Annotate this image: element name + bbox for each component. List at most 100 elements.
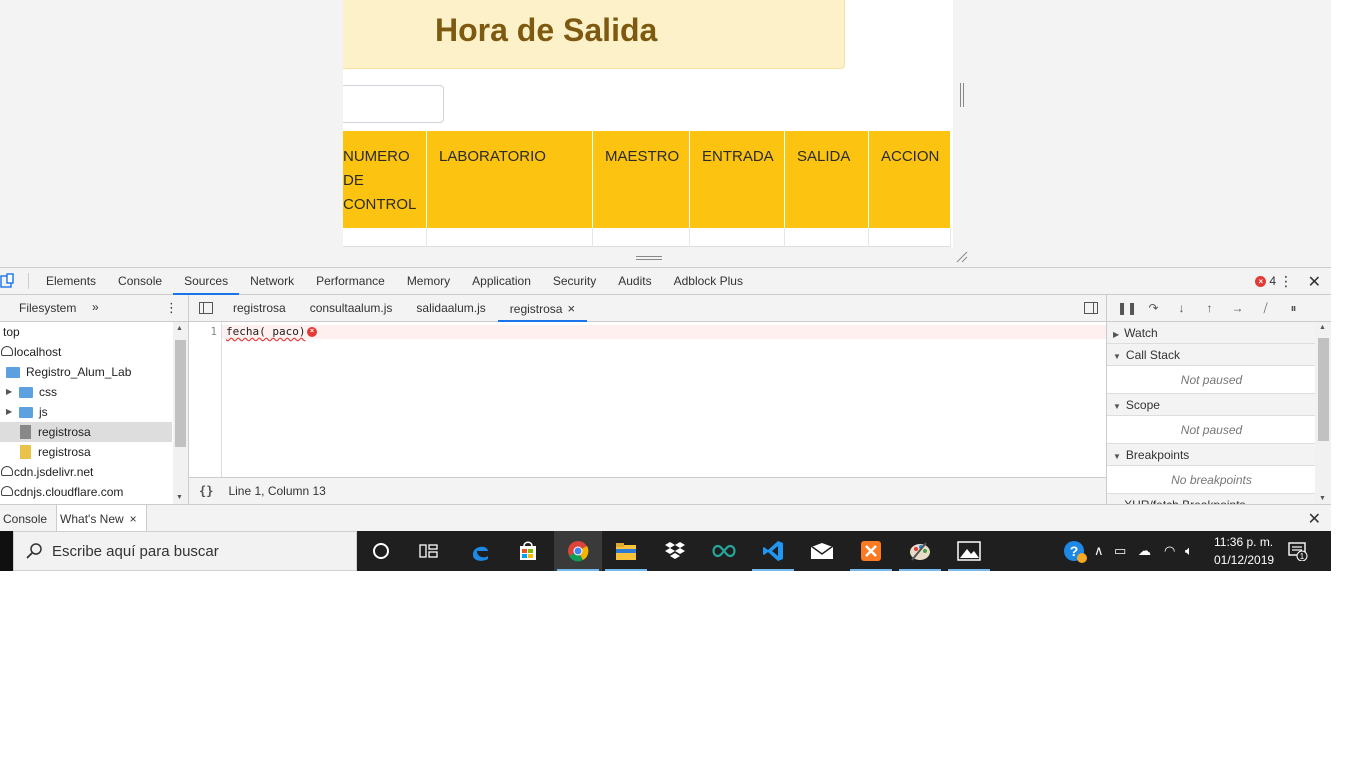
tree-item[interactable]: registrosa <box>0 422 172 442</box>
clock-date[interactable]: 01/12/2019 <box>1214 553 1274 567</box>
arduino-icon[interactable] <box>700 531 748 571</box>
section-xhr-fetch-breakpoints[interactable]: ▶XHR/fetch Breakpoints <box>1107 494 1316 504</box>
scroll-up-icon[interactable]: ▲ <box>1319 324 1326 331</box>
tab-adblock-plus[interactable]: Adblock Plus <box>663 268 754 295</box>
close-devtools-icon[interactable]: ✕ <box>1308 272 1321 292</box>
onedrive-icon[interactable]: ☁ <box>1138 543 1151 559</box>
code-line[interactable]: fecha( paco) × <box>222 325 1106 339</box>
battery-icon[interactable]: ▭ <box>1114 543 1126 559</box>
viewport-resize-handle-horizontal[interactable] <box>636 256 662 260</box>
cortana-icon[interactable] <box>357 531 405 571</box>
file-explorer-icon[interactable] <box>602 531 650 571</box>
expand-arrow-icon[interactable]: ▶ <box>6 402 12 422</box>
mail-icon[interactable] <box>798 531 846 571</box>
close-tab-icon[interactable]: × <box>567 301 575 316</box>
debugger-pane: ❚❚ ↷ ↓ ↑ → ⧸ ⏸ ▶ Watch ▼ Call Stack Not paus… <box>1106 295 1331 504</box>
start-button[interactable] <box>0 531 13 571</box>
xampp-icon[interactable] <box>847 531 895 571</box>
chrome-icon[interactable] <box>554 531 602 571</box>
close-tab-icon[interactable]: × <box>130 512 137 526</box>
scroll-down-icon[interactable]: ▼ <box>176 494 183 501</box>
error-icon[interactable]: × <box>307 327 317 337</box>
viewport-resize-handle-vertical[interactable] <box>960 83 964 107</box>
store-icon[interactable] <box>504 531 552 571</box>
tab-performance[interactable]: Performance <box>305 268 396 295</box>
clock-time[interactable]: 11:36 p. m. <box>1214 535 1273 549</box>
editor-tab[interactable]: registrosa <box>221 295 298 322</box>
editor-tab[interactable]: consultaalum.js <box>298 295 405 322</box>
tree-item-label: Registro_Alum_Lab <box>26 365 132 379</box>
navigator-menu-icon[interactable]: ⋮ <box>165 300 178 316</box>
section-call-stack[interactable]: ▼ Call Stack <box>1107 344 1316 366</box>
task-view-icon[interactable] <box>405 531 453 571</box>
help-icon[interactable]: ? <box>1063 540 1087 564</box>
edge-icon[interactable] <box>456 531 504 571</box>
drawer-tab[interactable]: What's New × <box>56 504 147 533</box>
scroll-down-icon[interactable]: ▼ <box>1319 495 1326 502</box>
dropbox-icon[interactable] <box>651 531 699 571</box>
pretty-print-button[interactable]: {} <box>199 484 213 498</box>
pause-icon[interactable]: ❚❚ <box>1117 301 1137 315</box>
header-text: NUMERO <box>343 148 410 165</box>
scroll-up-icon[interactable]: ▲ <box>176 325 183 332</box>
photos-icon[interactable] <box>945 531 993 571</box>
device-toolbar-icon[interactable] <box>0 273 22 289</box>
drawer-tab[interactable]: Console <box>0 505 56 533</box>
section-watch[interactable]: ▶ Watch <box>1107 322 1316 344</box>
cloud-icon <box>1 346 13 356</box>
page-title: Hora de Salida <box>435 12 658 48</box>
tab-security[interactable]: Security <box>542 268 607 295</box>
expand-arrow-icon: ▼ <box>1113 452 1121 461</box>
tree-scrollbar[interactable]: ▲ ▼ <box>173 322 188 504</box>
more-options-icon[interactable]: ⋮ <box>1279 273 1293 290</box>
step-into-icon[interactable]: ↓ <box>1173 301 1190 315</box>
section-breakpoints[interactable]: ▼ Breakpoints <box>1107 444 1316 466</box>
tree-item[interactable]: ▶ js <box>0 402 172 422</box>
tree-item[interactable]: cdnjs.cloudflare.com <box>0 482 172 502</box>
pause-on-exceptions-icon[interactable]: ⏸ <box>1285 301 1302 316</box>
tree-item[interactable]: top <box>0 322 172 342</box>
tab-audits[interactable]: Audits <box>607 268 662 295</box>
notification-icon[interactable]: 1 <box>1288 541 1308 561</box>
editor-tabs: registrosa consultaalum.js salidaalum.js re… <box>221 295 588 322</box>
expand-arrow-icon[interactable]: ▶ <box>6 382 12 402</box>
tab-console[interactable]: Console <box>107 268 173 295</box>
search-input[interactable] <box>343 85 444 123</box>
step-icon[interactable]: → <box>1229 301 1246 315</box>
tab-sources[interactable]: Sources <box>173 268 240 295</box>
tree-item[interactable]: registrosa <box>0 442 172 462</box>
tree-item[interactable]: Registro_Alum_Lab <box>0 362 172 382</box>
close-drawer-icon[interactable]: ✕ <box>1308 509 1321 529</box>
debugger-scrollbar-thumb[interactable] <box>1318 338 1329 441</box>
tree-scrollbar-thumb[interactable] <box>175 340 186 447</box>
tree-item[interactable]: cdn.jsdelivr.net <box>0 462 172 482</box>
step-out-icon[interactable]: ↑ <box>1201 301 1218 315</box>
toggle-debugger-icon[interactable] <box>1084 302 1098 314</box>
editor-tab[interactable]: registrosa × <box>497 295 588 322</box>
tree-item-label: js <box>39 405 48 419</box>
table-cell <box>869 228 951 247</box>
section-scope[interactable]: ▼ Scope <box>1107 394 1316 416</box>
chevron-up-icon[interactable]: ∧ <box>1094 543 1104 559</box>
error-counter[interactable]: × 4 <box>1255 274 1276 288</box>
tab-network[interactable]: Network <box>239 268 305 295</box>
resize-corner-icon[interactable] <box>956 251 968 263</box>
tab-filesystem[interactable]: Filesystem <box>19 301 76 315</box>
step-over-icon[interactable]: ↷ <box>1145 301 1162 315</box>
tab-memory[interactable]: Memory <box>396 268 461 295</box>
tree-item[interactable]: ▶ css <box>0 382 172 402</box>
volume-icon[interactable]: 🔈︎ <box>1185 543 1193 559</box>
vscode-icon[interactable] <box>749 531 797 571</box>
tab-elements[interactable]: Elements <box>35 268 107 295</box>
paint-icon[interactable] <box>896 531 944 571</box>
more-tabs-icon[interactable]: » <box>92 300 99 314</box>
toggle-navigator-icon[interactable] <box>199 302 213 314</box>
tab-application[interactable]: Application <box>461 268 542 295</box>
deactivate-breakpoints-icon[interactable]: ⧸ <box>1257 301 1274 316</box>
taskbar-search[interactable]: Escribe aquí para buscar <box>13 531 357 571</box>
editor-tab[interactable]: salidaalum.js <box>404 295 497 322</box>
code-text[interactable]: fecha( paco) <box>226 325 305 339</box>
wifi-icon[interactable]: ◠ <box>1164 543 1175 559</box>
debugger-scrollbar[interactable]: ▲ ▼ <box>1315 322 1331 504</box>
tree-item[interactable]: localhost <box>0 342 172 362</box>
